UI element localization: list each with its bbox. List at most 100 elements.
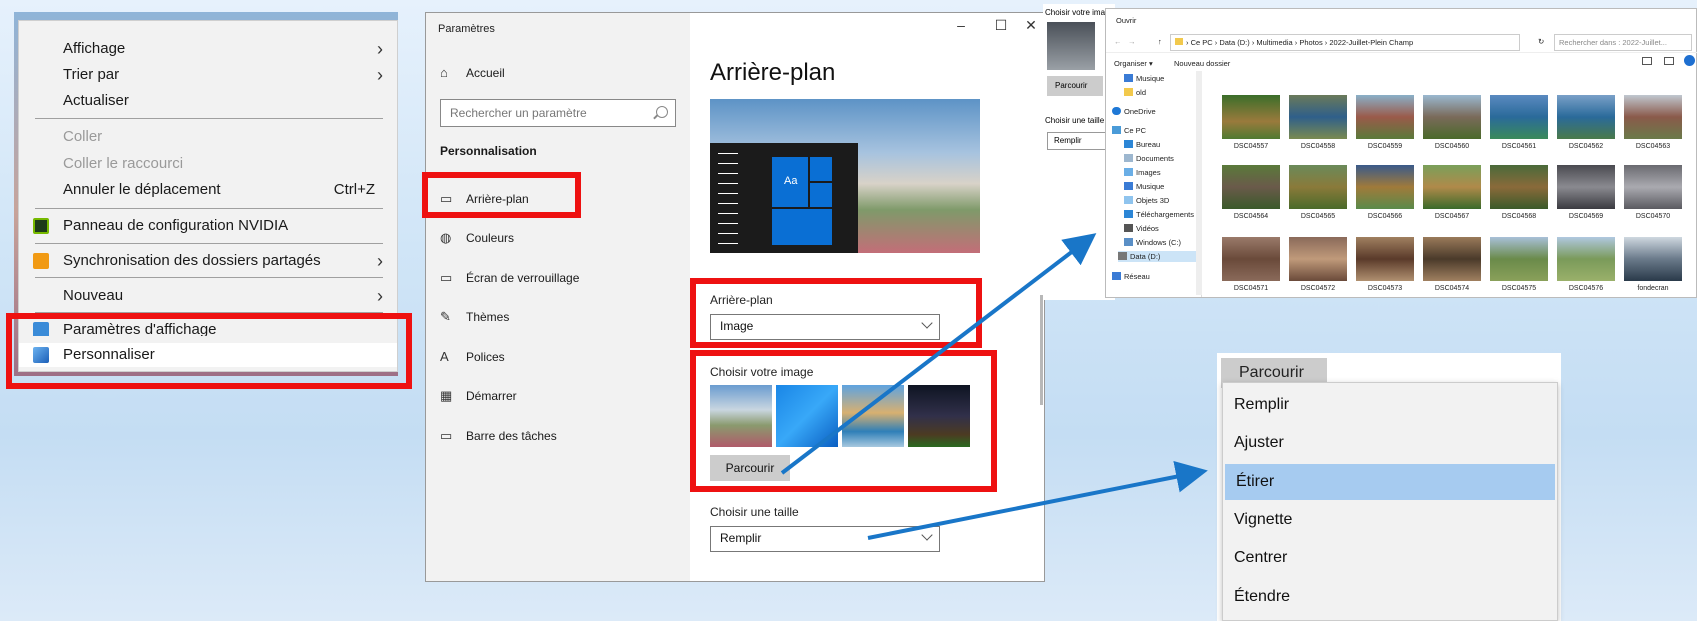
scrollbar[interactable] <box>1040 295 1043 405</box>
photo-thumbnail[interactable] <box>1624 165 1682 209</box>
sync-icon <box>33 253 49 269</box>
menu-item-actualiser[interactable]: Actualiser <box>19 89 397 113</box>
file-name: DSC04564 <box>1233 213 1269 220</box>
photo-thumbnail[interactable] <box>1490 237 1548 281</box>
photo-thumbnail[interactable] <box>1356 237 1414 281</box>
tree-item-telechargements[interactable]: Téléchargements <box>1124 209 1194 220</box>
photo-thumbnail[interactable] <box>1423 237 1481 281</box>
explorer-search-input[interactable]: Rechercher dans : 2022-Juillet... <box>1554 34 1692 51</box>
view-options-icon[interactable] <box>1642 57 1652 65</box>
photo-thumbnail[interactable] <box>1490 165 1548 209</box>
photo-thumbnail[interactable] <box>1222 237 1280 281</box>
tree-item-objets-3d[interactable]: Objets 3D <box>1124 195 1169 206</box>
file-name: DSC04558 <box>1300 143 1336 150</box>
tree-item-documents[interactable]: Documents <box>1124 153 1174 164</box>
address-bar[interactable]: › Ce PC › Data (D:) › Multimedia › Photo… <box>1170 34 1520 51</box>
photo-thumbnail[interactable] <box>1356 165 1414 209</box>
maximize-button[interactable]: ☐ <box>986 17 1016 34</box>
photo-thumbnail[interactable] <box>1423 95 1481 139</box>
menu-item-synchronisation[interactable]: Synchronisation des dossiers partagés › <box>19 249 397 273</box>
help-icon[interactable] <box>1684 55 1695 66</box>
photo-thumbnail[interactable] <box>1624 237 1682 281</box>
photo-thumbnail[interactable] <box>1289 237 1347 281</box>
up-arrow-icon[interactable]: ↑ <box>1158 37 1162 46</box>
preview-pane-icon[interactable] <box>1664 57 1674 65</box>
tree-item-ce-pc[interactable]: Ce PC <box>1112 125 1146 136</box>
photo-thumbnail[interactable] <box>1490 95 1548 139</box>
nav-home[interactable]: ⌂ Accueil <box>440 62 505 84</box>
file-name: DSC04557 <box>1233 143 1269 150</box>
photo-thumbnail[interactable] <box>1557 165 1615 209</box>
minimize-button[interactable]: – <box>946 17 976 33</box>
size-select[interactable]: Remplir <box>710 526 940 552</box>
file-name: DSC04576 <box>1568 285 1604 292</box>
drive-icon <box>1118 252 1127 260</box>
preview-tile <box>772 209 832 245</box>
tree-item-musique[interactable]: Musique <box>1124 181 1164 192</box>
chevron-right-icon: › <box>377 39 383 59</box>
photo-thumbnail[interactable] <box>1557 95 1615 139</box>
menu-item-nvidia[interactable]: Panneau de configuration NVIDIA <box>19 214 397 238</box>
forward-arrow-icon[interactable]: → <box>1128 37 1136 46</box>
lockscreen-icon: ▭ <box>440 270 453 285</box>
tree-item-bureau[interactable]: Bureau <box>1124 139 1160 150</box>
size-label: Choisir une taille <box>710 505 799 519</box>
refresh-icon[interactable]: ↻ <box>1538 37 1544 46</box>
nav-item-ecran-verrouillage[interactable]: ▭ Écran de verrouillage <box>440 267 579 289</box>
photo-thumbnail[interactable] <box>1289 165 1347 209</box>
file-name: DSC04570 <box>1635 213 1671 220</box>
tree-item-old[interactable]: old <box>1124 87 1146 98</box>
photo-thumbnail[interactable] <box>1222 165 1280 209</box>
tree-item-onedrive[interactable]: OneDrive <box>1112 106 1156 117</box>
taskbar-icon: ▭ <box>440 428 453 443</box>
close-button[interactable]: ✕ <box>1016 17 1046 34</box>
peek-browse-button[interactable]: Parcourir <box>1047 76 1103 96</box>
tree-item-videos[interactable]: Vidéos <box>1124 223 1159 234</box>
option-remplir[interactable]: Remplir <box>1223 387 1557 423</box>
option-centrer[interactable]: Centrer <box>1223 540 1557 576</box>
back-arrow-icon[interactable]: ← <box>1114 37 1122 46</box>
palette-icon: ◍ <box>440 230 452 245</box>
new-folder-button[interactable]: Nouveau dossier <box>1174 59 1230 68</box>
organize-menu[interactable]: Organiser ▾ <box>1114 59 1153 68</box>
nav-item-couleurs[interactable]: ◍ Couleurs <box>440 227 514 249</box>
menu-item-affichage[interactable]: Affichage › <box>19 37 397 61</box>
nav-item-themes[interactable]: ✎ Thèmes <box>440 306 509 328</box>
nav-item-demarrer[interactable]: ▦ Démarrer <box>440 385 517 407</box>
preview-tile <box>810 183 832 207</box>
tree-scrollbar[interactable] <box>1196 71 1202 295</box>
preview-tile: Aa <box>772 157 808 207</box>
window-title: Paramètres <box>438 23 495 35</box>
photo-thumbnail[interactable] <box>1289 95 1347 139</box>
tree-item-musique[interactable]: Musique <box>1124 73 1164 84</box>
option-ajuster[interactable]: Ajuster <box>1223 425 1557 461</box>
photo-thumbnail[interactable] <box>1624 95 1682 139</box>
option-vignette[interactable]: Vignette <box>1223 502 1557 538</box>
nav-section-title: Personnalisation <box>440 144 537 158</box>
option-etendre[interactable]: Étendre <box>1223 579 1557 615</box>
photo-thumbnail[interactable] <box>1222 95 1280 139</box>
preview-tile <box>810 157 832 181</box>
file-name: DSC04563 <box>1635 143 1671 150</box>
peek-size-select[interactable]: Remplir <box>1047 132 1111 150</box>
tree-item-data-d[interactable]: Data (D:) <box>1118 251 1196 262</box>
photo-thumbnail[interactable] <box>1356 95 1414 139</box>
photo-thumbnail[interactable] <box>1557 237 1615 281</box>
file-name: DSC04559 <box>1367 143 1403 150</box>
settings-search-input[interactable]: Rechercher un paramètre <box>440 99 676 127</box>
menu-item-annuler-deplacement[interactable]: Annuler le déplacement Ctrl+Z <box>19 178 397 202</box>
photo-thumbnail[interactable] <box>1423 165 1481 209</box>
menu-separator <box>35 277 383 278</box>
menu-item-trier-par[interactable]: Trier par › <box>19 63 397 87</box>
nav-item-barre-taches[interactable]: ▭ Barre des tâches <box>440 425 557 447</box>
nav-item-polices[interactable]: A Polices <box>440 346 505 368</box>
tree-item-reseau[interactable]: Réseau <box>1112 271 1150 282</box>
option-etirer[interactable]: Étirer <box>1225 464 1555 500</box>
shortcut-label: Ctrl+Z <box>333 181 375 198</box>
peek-thumb <box>1047 22 1095 70</box>
tree-item-windows-c[interactable]: Windows (C:) <box>1124 237 1181 248</box>
tree-item-images[interactable]: Images <box>1124 167 1161 178</box>
size-options-list: Remplir Ajuster Étirer Vignette Centrer … <box>1222 382 1558 621</box>
menu-item-nouveau[interactable]: Nouveau › <box>19 284 397 308</box>
file-name: DSC04568 <box>1501 213 1537 220</box>
